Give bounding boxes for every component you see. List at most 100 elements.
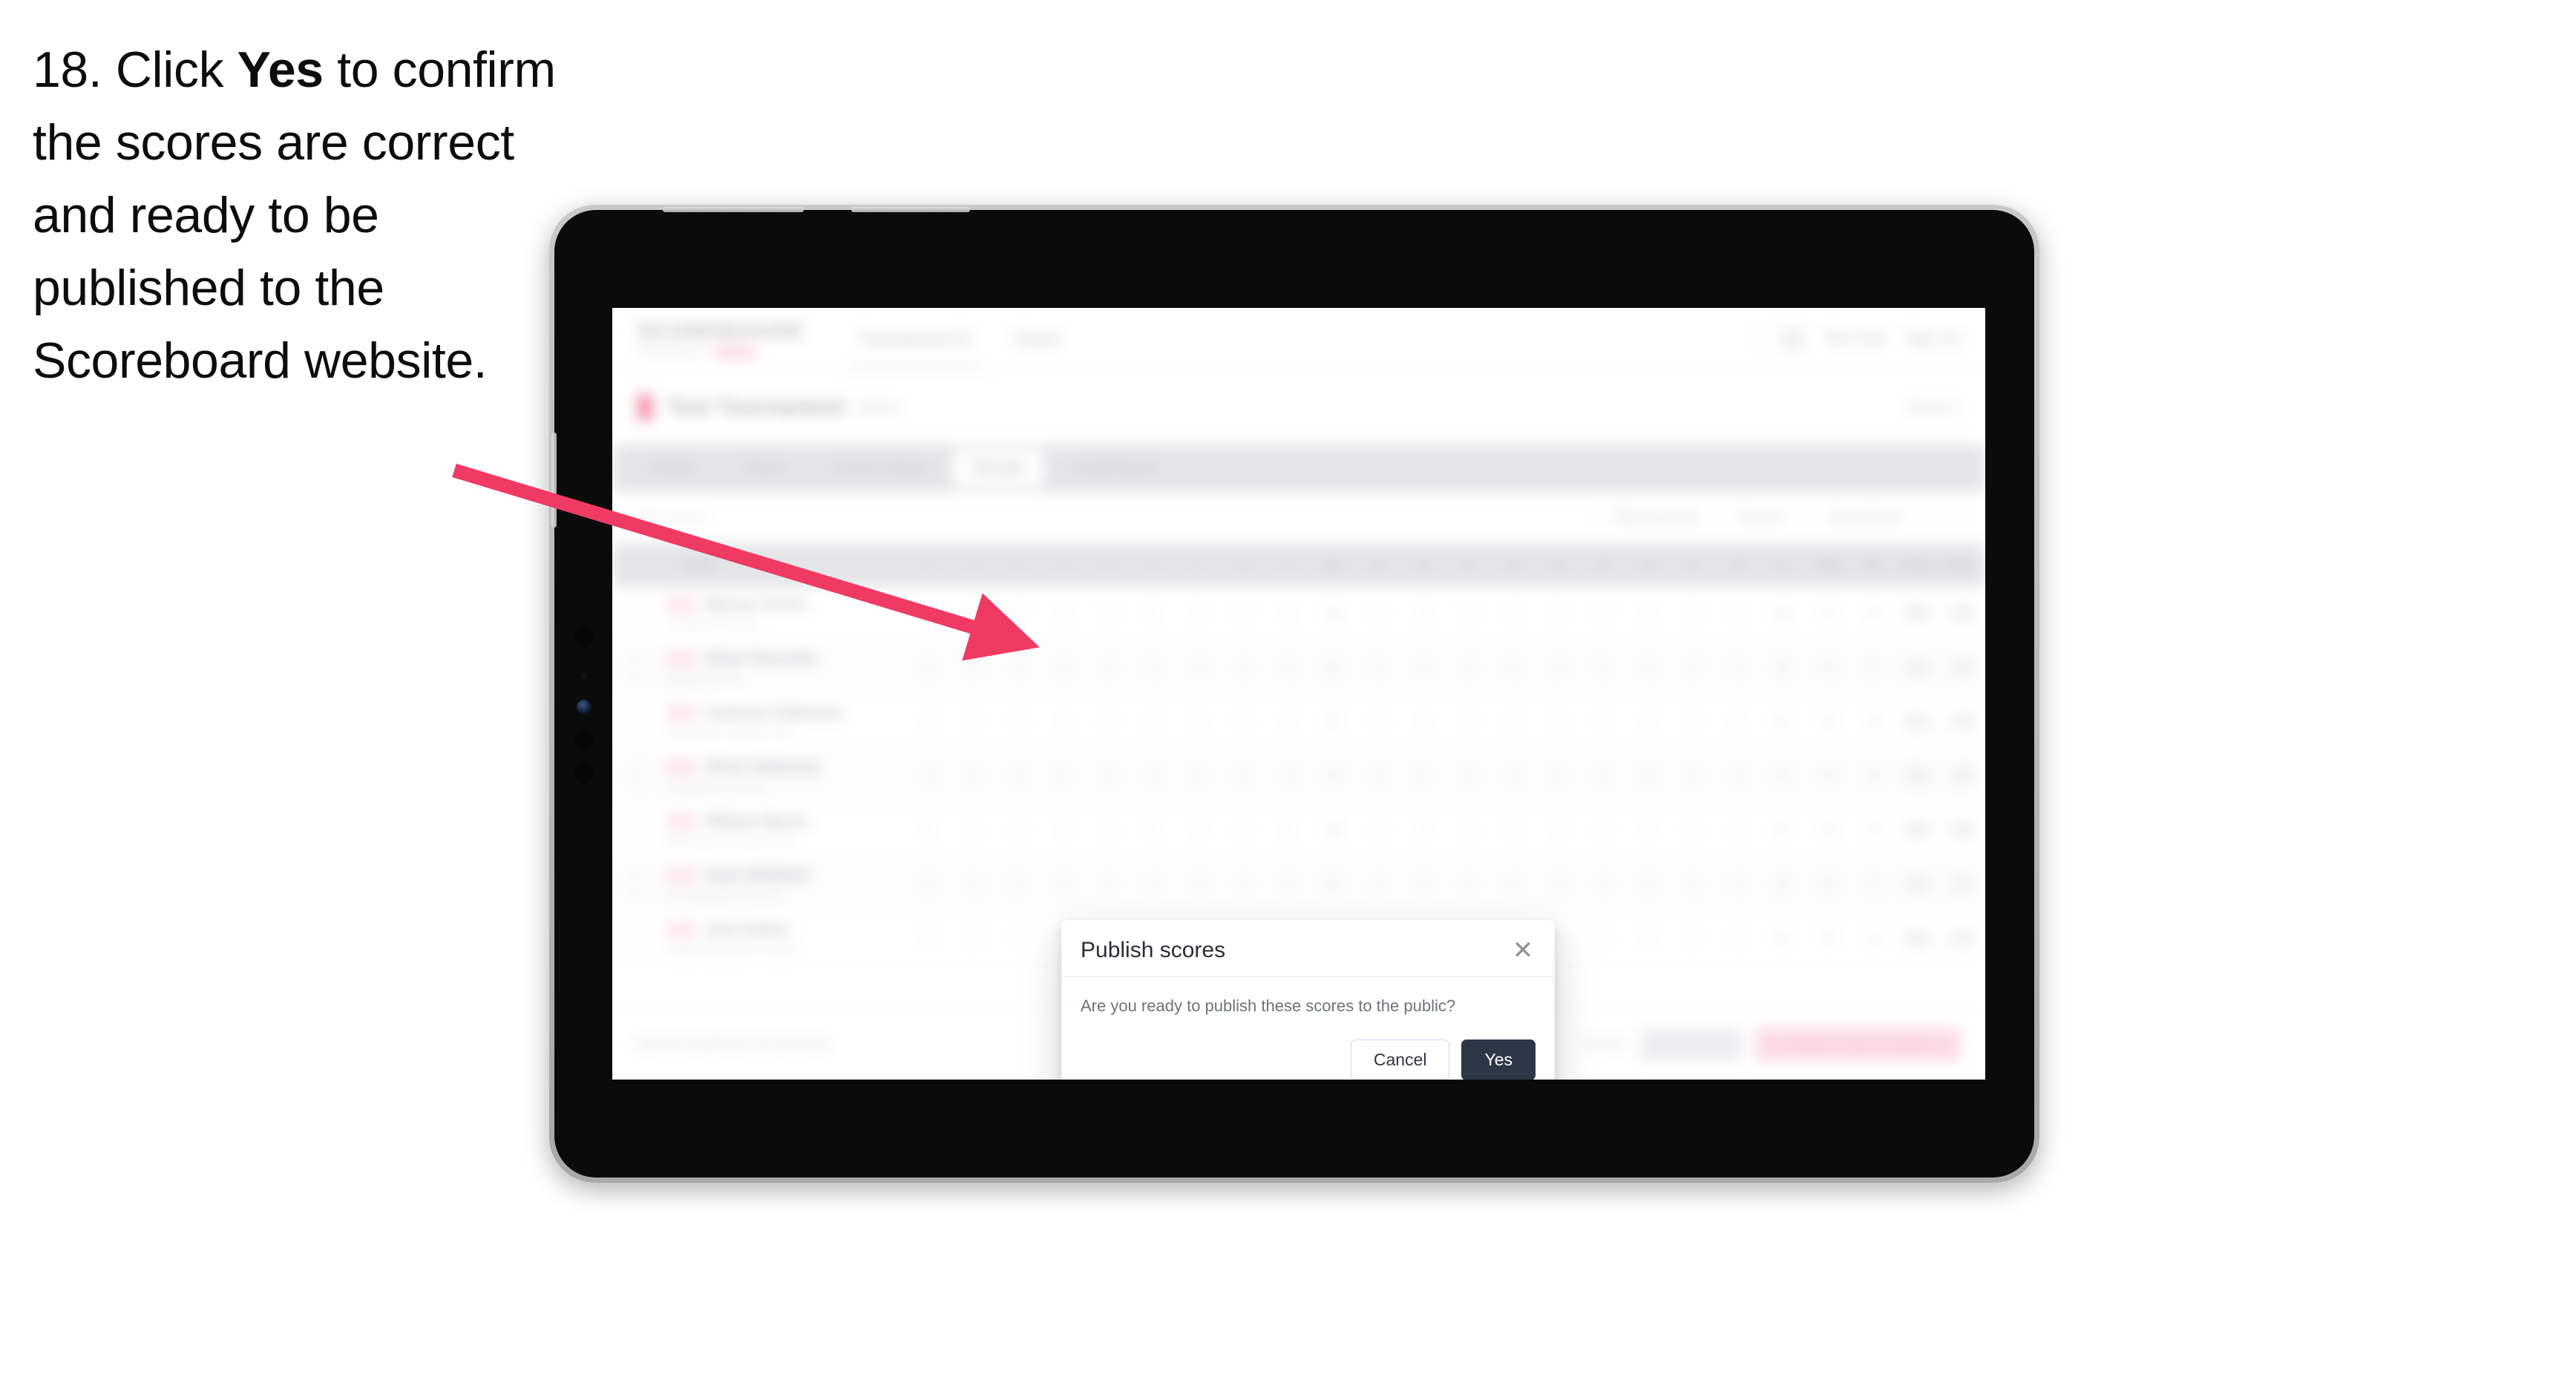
score-cell[interactable]: 4	[996, 640, 1041, 695]
score-cell[interactable]: 3	[1176, 587, 1222, 641]
score-cell[interactable]: 4	[1265, 857, 1311, 912]
score-cell[interactable]: 75	[1805, 803, 1851, 858]
yes-button[interactable]: Yes	[1461, 1040, 1536, 1080]
score-cell[interactable]: 4	[1355, 803, 1401, 858]
score-cell[interactable]: 37	[1311, 640, 1356, 695]
score-cell[interactable]: 5	[1670, 803, 1716, 858]
score-cell[interactable]: 84	[1895, 640, 1941, 695]
score-cell[interactable]: 4	[1040, 694, 1087, 749]
score-cell[interactable]: 4	[1221, 587, 1266, 641]
score-cell[interactable]: 5	[996, 857, 1041, 912]
score-cell[interactable]: 38	[1311, 803, 1356, 858]
score-cell[interactable]: 37	[1311, 857, 1356, 912]
score-cell[interactable]: 37	[1760, 911, 1806, 966]
column-14[interactable]: 14	[1536, 544, 1581, 587]
score-cell[interactable]: 37	[1760, 640, 1806, 695]
score-cell[interactable]: 4	[1625, 694, 1671, 749]
score-cell[interactable]: 5	[1670, 857, 1716, 912]
score-cell[interactable]: 4	[1445, 694, 1491, 749]
score-cell[interactable]: 37	[1760, 694, 1806, 749]
score-cell[interactable]: 37	[1311, 694, 1356, 749]
score-cell[interactable]: 37	[1760, 749, 1806, 804]
score-cell[interactable]: 4	[1580, 911, 1626, 966]
score-cell[interactable]: 5	[1040, 640, 1087, 695]
score-cell[interactable]: 5	[1580, 694, 1626, 749]
score-cell[interactable]: 74	[1805, 911, 1851, 966]
score-cell[interactable]: 4	[1715, 803, 1760, 858]
score-cell[interactable]: 4	[1221, 640, 1266, 695]
score-cell[interactable]: 4	[1670, 749, 1716, 804]
score-cell[interactable]: 4	[1490, 803, 1536, 858]
checkbox-icon[interactable]	[623, 927, 646, 950]
score-cell[interactable]: 5	[951, 587, 997, 641]
score-cell[interactable]: 5	[1221, 749, 1266, 804]
score-cell[interactable]: 4	[1625, 587, 1671, 641]
score-cell[interactable]: 3	[1490, 587, 1536, 641]
score-cell[interactable]: 4	[1625, 803, 1671, 858]
row-checkbox[interactable]	[612, 694, 657, 749]
row-checkbox[interactable]	[612, 911, 657, 966]
column-3[interactable]: 3	[996, 544, 1041, 587]
score-cell[interactable]: 4	[906, 911, 951, 966]
column-2[interactable]: 2	[951, 544, 997, 587]
score-cell[interactable]: 4	[1536, 640, 1581, 695]
score-cell[interactable]: 5	[951, 749, 997, 804]
score-cell[interactable]: 3	[1086, 803, 1131, 858]
score-cell[interactable]: 3	[1625, 857, 1671, 912]
score-cell[interactable]: 4	[1400, 857, 1446, 912]
score-cell[interactable]: 4	[1130, 857, 1176, 912]
checkbox-icon[interactable]	[623, 602, 646, 625]
row-checkbox[interactable]	[612, 857, 657, 912]
score-cell[interactable]: 74	[1805, 640, 1851, 695]
filter-round-num[interactable]: Round 1	[1723, 502, 1803, 533]
score-cell[interactable]: 5	[1221, 694, 1266, 749]
checkbox-icon[interactable]	[623, 711, 646, 733]
table-row[interactable]: AM William Mason Birchwood Country Club 5 4 4…	[612, 803, 1985, 858]
score-cell[interactable]: 4	[1221, 803, 1266, 858]
column-8[interactable]: 8	[1221, 544, 1266, 587]
score-cell[interactable]: 4	[906, 694, 951, 749]
score-cell[interactable]: 5	[1130, 803, 1176, 858]
power-button[interactable]	[551, 433, 557, 528]
score-cell[interactable]: 4	[1625, 640, 1671, 695]
column-net[interactable]: Net	[1850, 544, 1895, 587]
score-cell[interactable]: 4	[1670, 694, 1716, 749]
score-cell[interactable]: 3	[1086, 640, 1131, 695]
score-cell[interactable]: 4	[1490, 857, 1536, 912]
score-cell[interactable]: 72	[1850, 911, 1895, 966]
volume-down-button[interactable]	[851, 207, 970, 212]
footer-save-button[interactable]: Save All	[1640, 1028, 1743, 1061]
score-cell[interactable]: 5	[1625, 749, 1671, 804]
score-cell[interactable]: 76	[1940, 640, 1985, 695]
checkbox-icon[interactable]	[623, 765, 646, 787]
score-cell[interactable]: 4	[906, 587, 951, 641]
tab-course-setup[interactable]: Course Setup	[813, 450, 946, 486]
score-cell[interactable]: 4	[1400, 640, 1446, 695]
score-cell[interactable]: 4	[1130, 640, 1176, 695]
column-9[interactable]: 9	[1265, 544, 1311, 587]
score-cell[interactable]: 71	[1850, 640, 1895, 695]
score-cell[interactable]: 5	[1355, 749, 1401, 804]
checkbox-icon[interactable]	[623, 873, 646, 896]
score-cell[interactable]: 4	[1715, 911, 1760, 966]
column-out[interactable]: Out	[1311, 544, 1356, 587]
score-cell[interactable]: 4	[951, 803, 997, 858]
score-cell[interactable]: 4	[1040, 857, 1087, 912]
score-cell[interactable]: 5	[1400, 587, 1446, 641]
score-cell[interactable]: 4	[1355, 857, 1401, 912]
tab-teams[interactable]: Teams	[722, 450, 807, 486]
score-cell[interactable]: 4	[996, 749, 1041, 804]
column-player[interactable]: Player	[657, 544, 906, 587]
column-10[interactable]: 10	[1355, 544, 1401, 587]
score-cell[interactable]: 88	[1895, 749, 1941, 804]
filter-score-type[interactable]: Gross Score	[1814, 502, 1917, 533]
tab-details[interactable]: Details	[630, 450, 716, 486]
row-checkbox[interactable]	[612, 803, 657, 858]
score-cell[interactable]: 3	[1580, 803, 1626, 858]
score-cell[interactable]: 4	[906, 857, 951, 912]
row-checkbox[interactable]	[612, 640, 657, 695]
column-5[interactable]: 5	[1086, 544, 1131, 587]
score-cell[interactable]: 4	[951, 640, 997, 695]
score-cell[interactable]: 3	[996, 694, 1041, 749]
footer-cancel-button[interactable]: Cancel	[1584, 1037, 1628, 1053]
